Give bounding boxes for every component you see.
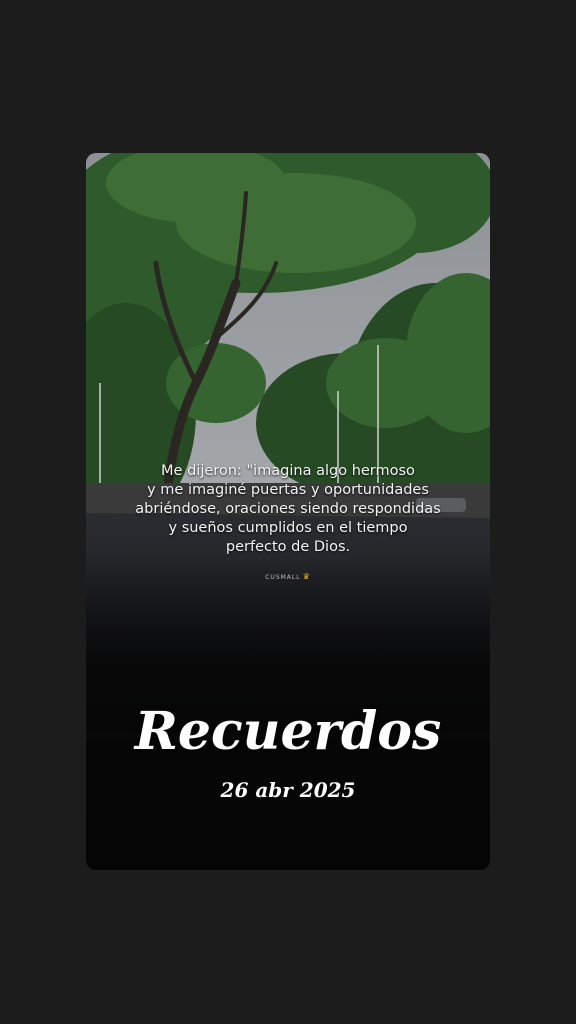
quote-line: abriéndose, oraciones siendo respondidas: [135, 501, 441, 517]
signature-text: CUSMALL: [265, 574, 301, 581]
quote-line: perfecto de Dios.: [225, 539, 351, 555]
memory-date: 26 abr 2025: [220, 778, 356, 802]
memory-card[interactable]: Me dijeron: "imagina algo hermoso y me i…: [86, 153, 490, 870]
quote-line: y me imaginé puertas y oportunidades: [147, 482, 429, 498]
author-signature: CUSMALL ♛: [86, 572, 490, 581]
story-viewer: Me dijeron: "imagina algo hermoso y me i…: [0, 0, 576, 1024]
quote-line: y sueños cumplidos en el tiempo: [168, 520, 408, 536]
crown-icon: ♛: [302, 572, 311, 581]
quote-text: Me dijeron: "imagina algo hermoso y me i…: [86, 462, 490, 557]
memories-title: Recuerdos: [134, 701, 442, 762]
quote-line: Me dijeron: "imagina algo hermoso: [161, 463, 415, 479]
